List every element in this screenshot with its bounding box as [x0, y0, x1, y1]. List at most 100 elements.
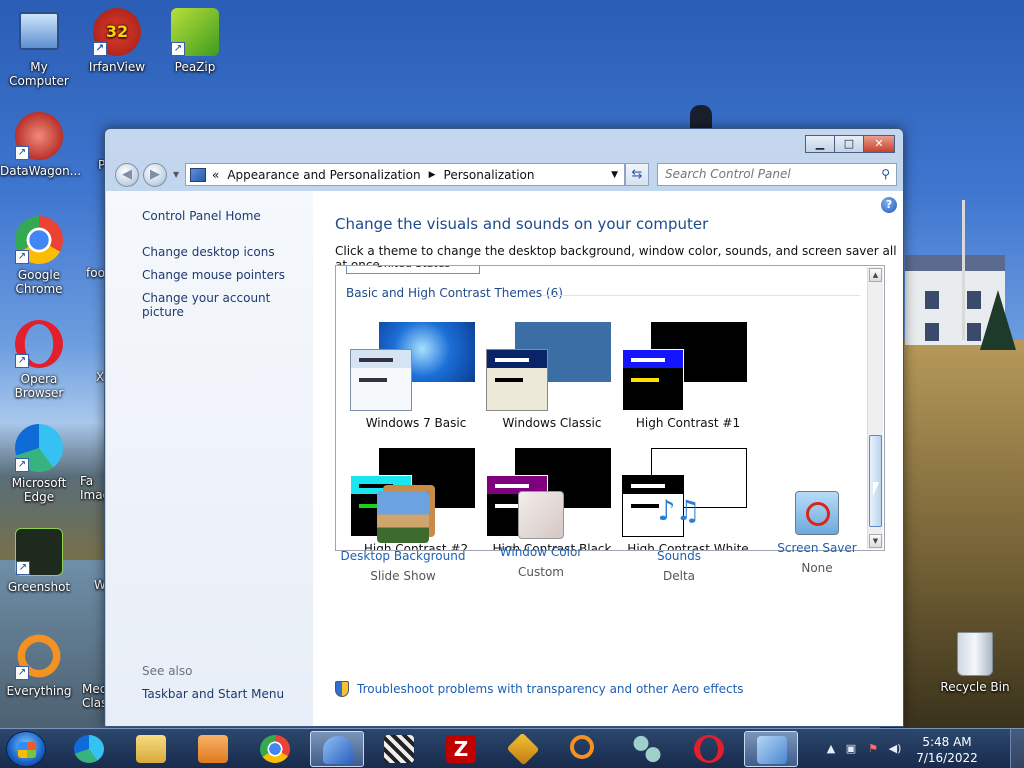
desktop-icon-peazip[interactable]: ↗ PeaZip — [156, 8, 234, 74]
taskbar-mediainfo[interactable] — [372, 731, 426, 767]
taskbar-start-menu-link[interactable]: Taskbar and Start Menu — [142, 687, 284, 701]
close-button[interactable]: ✕ — [863, 135, 895, 153]
change-desktop-icons-link[interactable]: Change desktop icons — [142, 245, 275, 259]
desktop-icon-recycle-bin[interactable]: Recycle Bin — [936, 632, 1014, 694]
change-account-picture-link[interactable]: Change your account picture — [142, 291, 313, 319]
sounds-tool[interactable]: ♪♫ Sounds Delta — [609, 491, 749, 583]
network-status-icon[interactable]: ▣ — [844, 742, 858, 756]
taskbar-opera[interactable] — [682, 731, 736, 767]
taskbar-control-panel[interactable] — [744, 731, 798, 767]
taskbar: Z ▲ ▣ ⚑ ◀) 5:48 AM 7/16/2022 — [0, 728, 1024, 768]
shortcut-arrow-icon: ↗ — [93, 42, 107, 56]
folder-icon — [136, 735, 166, 763]
opera-icon: ↗ — [15, 320, 63, 368]
window-color-tool[interactable]: Window Color Custom — [471, 491, 611, 579]
theme-label: High Contrast #1 — [635, 416, 741, 430]
desktop-icon-everything[interactable]: ↗ Everything — [0, 632, 78, 698]
control-panel-icon — [757, 736, 787, 764]
breadcrumb-separator-icon[interactable]: ▶ — [429, 170, 436, 180]
desktop-icon-opera[interactable]: ↗ Opera Browser — [0, 320, 78, 400]
desktop-icon-partial[interactable]: foo — [86, 266, 106, 280]
search-box[interactable]: ⚲ — [657, 163, 897, 186]
theme-preview-window — [622, 349, 684, 411]
clock-date: 7/16/2022 — [916, 751, 978, 765]
change-mouse-pointers-link[interactable]: Change mouse pointers — [142, 268, 285, 282]
refresh-button[interactable]: ⇆ — [625, 163, 649, 186]
troubleshoot-link[interactable]: Troubleshoot problems with transparency … — [357, 682, 744, 696]
chrome-icon — [260, 735, 290, 763]
taskbar-personalization[interactable] — [310, 731, 364, 767]
magnifier-icon — [570, 735, 594, 759]
volume-icon[interactable]: ◀) — [888, 742, 902, 756]
start-button[interactable] — [6, 731, 46, 767]
screen-saver-tool[interactable]: Screen Saver None — [747, 491, 887, 575]
main-content: ? Change the visuals and sounds on your … — [313, 191, 903, 726]
wallpaper-tree — [980, 290, 1016, 350]
task-pane: Control Panel Home Change desktop icons … — [106, 191, 313, 726]
recent-pages-dropdown[interactable]: ▼ — [173, 170, 179, 179]
desktop-background-tool[interactable]: Desktop Background Slide Show — [333, 491, 473, 583]
theme-windows-7-basic[interactable]: Windows 7 Basic — [350, 322, 490, 437]
help-icon[interactable]: ? — [881, 197, 897, 213]
taskbar-explorer[interactable] — [124, 731, 178, 767]
windows-logo-icon — [18, 742, 36, 758]
media-player-icon — [198, 735, 228, 763]
desktop-icon-greenshot[interactable]: ↗ Greenshot — [0, 528, 78, 594]
network-icon — [632, 735, 662, 763]
action-center-icon[interactable]: ⚑ — [866, 742, 880, 756]
peazip-icon: ↗ — [171, 8, 219, 56]
taskbar-edge[interactable] — [62, 731, 116, 767]
shortcut-arrow-icon: ↗ — [15, 146, 29, 160]
desktop-icon-google-chrome[interactable]: ↗ Google Chrome — [0, 216, 78, 296]
taskbar-media-player[interactable] — [186, 731, 240, 767]
shortcut-arrow-icon: ↗ — [15, 666, 29, 680]
taskbar-search[interactable] — [558, 731, 612, 767]
wallpaper-flagpole — [962, 200, 965, 340]
theme-label: Windows Classic — [502, 416, 602, 430]
taskbar-network[interactable] — [620, 731, 674, 767]
search-icon[interactable]: ⚲ — [881, 164, 890, 185]
show-hidden-icons-icon[interactable]: ▲ — [824, 742, 838, 756]
desktop-icon-partial[interactable]: P — [80, 158, 104, 172]
taskbar-winamp[interactable] — [496, 731, 550, 767]
clapperboard-icon — [384, 735, 414, 763]
maximize-button[interactable]: □ — [834, 135, 864, 153]
desktop-icon-my-computer[interactable]: My Computer — [0, 8, 78, 88]
forward-button[interactable]: ▶ — [143, 163, 167, 187]
personalization-window: ▁ □ ✕ ◀ ▶ ▼ « Appearance and Personaliza… — [104, 128, 904, 727]
clock[interactable]: 5:48 AM 7/16/2022 — [910, 734, 984, 766]
theme-windows-classic[interactable]: Windows Classic — [486, 322, 626, 437]
desktop-icon-partial[interactable]: Med Clas — [82, 682, 106, 710]
show-desktop-button[interactable] — [1010, 729, 1024, 768]
theme-high-contrast-1[interactable]: High Contrast #1 — [622, 322, 762, 437]
back-button[interactable]: ◀ — [115, 163, 139, 187]
mouse-cursor — [873, 482, 885, 496]
theme-preview-window — [486, 349, 548, 411]
desktop-icon-partial[interactable]: Fa Imag — [80, 474, 106, 502]
breadcrumb-personalization[interactable]: Personalization — [444, 168, 535, 182]
opera-icon — [694, 735, 724, 763]
breadcrumb-overflow[interactable]: « — [212, 168, 219, 182]
control-panel-home-link[interactable]: Control Panel Home — [142, 209, 261, 223]
recycle-bin-icon — [957, 632, 993, 676]
desktop-icon-datawagon[interactable]: ↗ DataWagon... — [0, 112, 81, 178]
everything-icon: ↗ — [15, 632, 63, 680]
desktop-icon-irfanview[interactable]: 32 ↗ IrfanView — [78, 8, 156, 74]
irfanview-icon: 32 ↗ — [93, 8, 141, 56]
security-shield-icon — [335, 681, 349, 697]
desktop-icon-microsoft-edge[interactable]: ↗ Microsoft Edge — [0, 424, 78, 504]
system-tray: ▲ ▣ ⚑ ◀) 5:48 AM 7/16/2022 — [824, 729, 984, 768]
search-input[interactable] — [665, 164, 865, 185]
theme-item-partial[interactable]: United States — [346, 266, 480, 274]
winamp-icon — [506, 732, 540, 766]
page-title: Change the visuals and sounds on your co… — [335, 215, 709, 233]
taskbar-chrome[interactable] — [248, 731, 302, 767]
minimize-button[interactable]: ▁ — [805, 135, 835, 153]
breadcrumb-appearance[interactable]: Appearance and Personalization — [227, 168, 420, 182]
filezilla-icon: Z — [446, 735, 476, 763]
address-bar[interactable]: « Appearance and Personalization ▶ Perso… — [185, 163, 625, 186]
address-dropdown-icon[interactable]: ▼ — [611, 170, 618, 180]
shortcut-arrow-icon: ↗ — [15, 458, 29, 472]
scroll-up-icon[interactable]: ▲ — [869, 268, 882, 282]
taskbar-filezilla[interactable]: Z — [434, 731, 488, 767]
